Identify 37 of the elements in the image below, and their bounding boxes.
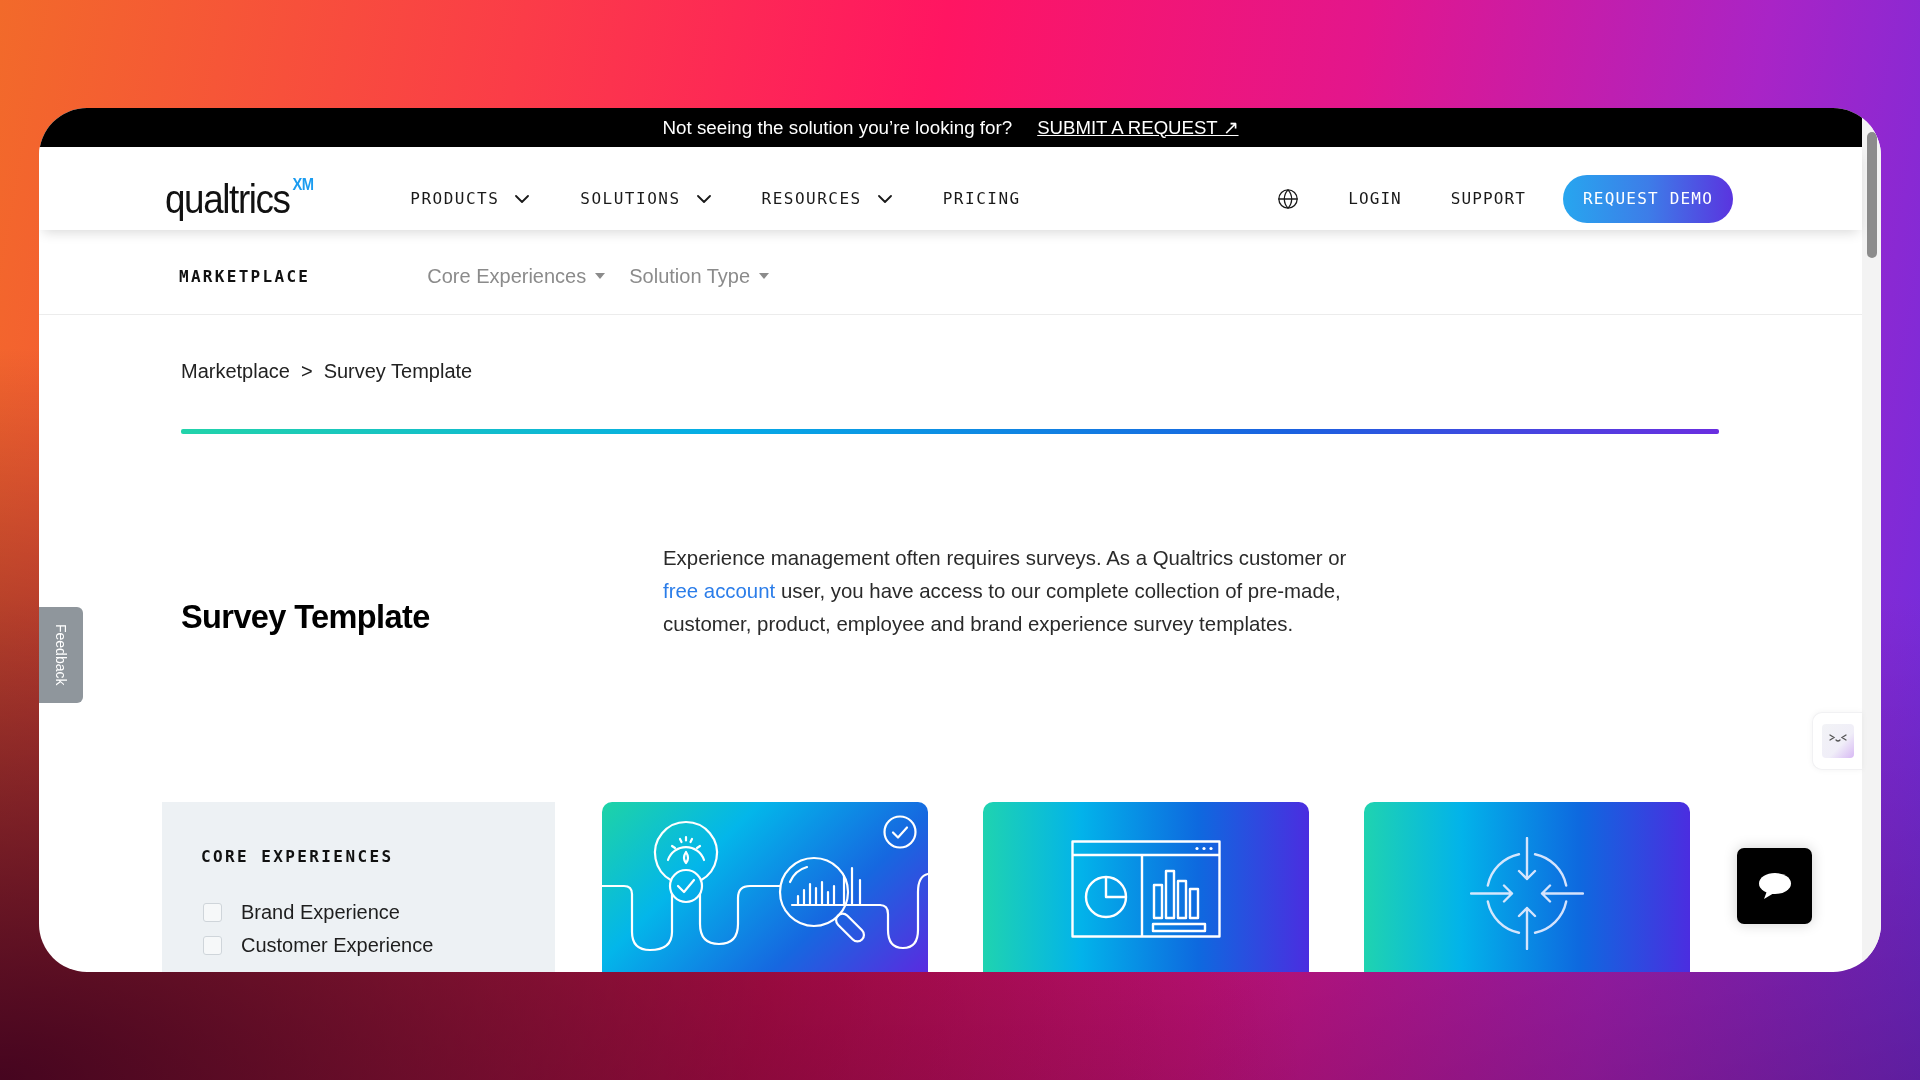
checkbox-label[interactable]: Brand Experience (241, 901, 400, 924)
breadcrumb-separator: > (300, 359, 313, 383)
globe-icon[interactable] (1277, 187, 1300, 210)
template-card[interactable] (983, 802, 1309, 972)
header-link[interactable]: SUPPORT (1450, 189, 1526, 208)
announcement-text: Not seeing the solution you’re looking for? (662, 116, 1013, 139)
nav-menu-button[interactable]: PRODUCTS (410, 189, 530, 208)
chat-button[interactable] (1737, 848, 1812, 924)
checkbox[interactable] (203, 936, 222, 955)
filter-heading: CORE EXPERIENCES (201, 847, 394, 867)
filter-dropdown[interactable]: Solution Type (629, 264, 770, 288)
breadcrumb-link[interactable]: Marketplace (181, 359, 290, 383)
check-circle-icon (883, 815, 917, 849)
marketplace-title: MARKETPLACE (179, 266, 311, 286)
template-card[interactable] (1364, 802, 1690, 972)
caret-icon (595, 273, 606, 279)
template-card[interactable] (602, 802, 928, 972)
header-link[interactable]: LOGIN (1348, 189, 1402, 208)
intro-paragraph: Experience management often requires surveys. As a Qualtrics customer or free account user, you have access to our complete collection of pre-made, customer, product, employee and brand experience survey templates. (663, 546, 1348, 637)
speech-bubble-icon (1757, 872, 1792, 900)
nav-menu-button[interactable]: PRICING (942, 189, 1021, 208)
nav-menu-button[interactable]: RESOURCES (761, 189, 892, 208)
filter-dropdown[interactable]: Core Experiences (427, 264, 606, 288)
scrollbar-thumb[interactable] (1867, 132, 1877, 258)
checkbox-label[interactable]: Customer Experience (241, 934, 434, 957)
logo[interactable]: qualtrics$^{XM}$ (165, 176, 314, 221)
request-demo-button[interactable]: REQUEST DEMO (1563, 174, 1733, 223)
submit-request-link[interactable]: SUBMIT A REQUEST ↗ (1037, 116, 1239, 139)
checkbox[interactable] (203, 903, 222, 922)
nav-menu-button[interactable]: SOLUTIONS (580, 189, 711, 208)
squint-face-icon (1821, 724, 1854, 758)
free-account-link[interactable]: free account (663, 580, 776, 602)
target-arrows-icon (1470, 837, 1584, 950)
breadcrumb-current: Survey Template (323, 359, 473, 383)
dashboard-icon (1071, 840, 1221, 938)
caret-icon (759, 273, 770, 279)
page-title: Survey Template (181, 598, 431, 637)
